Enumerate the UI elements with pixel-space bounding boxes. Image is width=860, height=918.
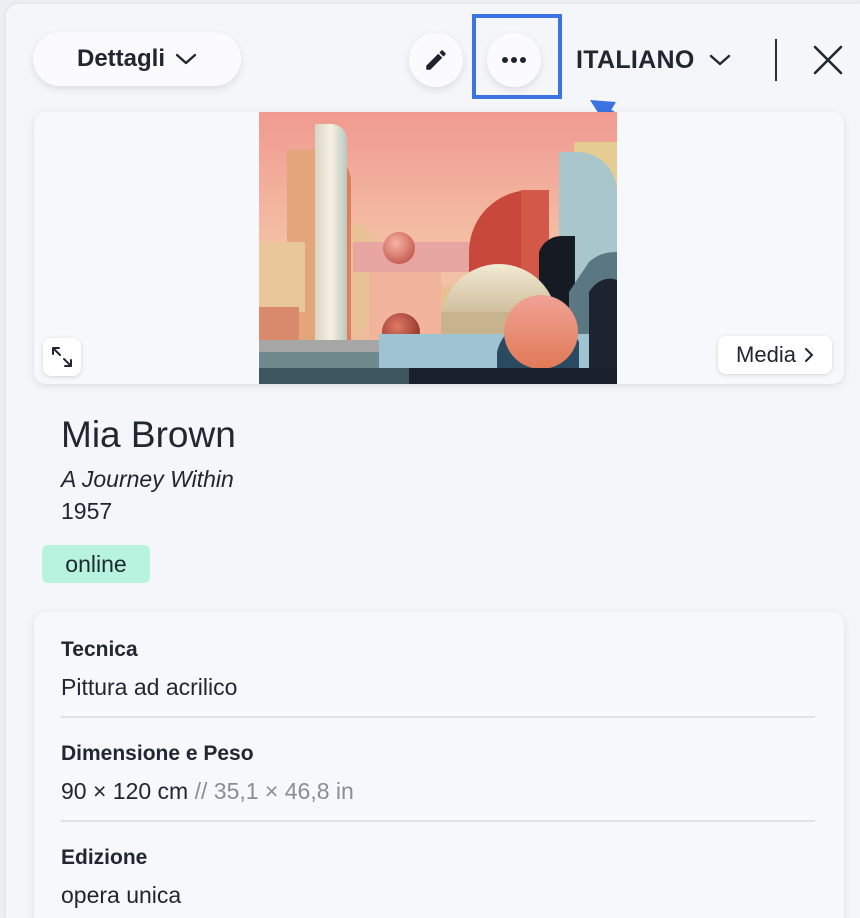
dimensions-field: Dimensione e Peso 90 × 120 cm // 35,1 × … [61,742,354,805]
details-dropdown-button[interactable]: Dettagli [33,32,241,86]
media-button-label: Media [736,342,796,367]
media-button[interactable]: Media [718,336,832,374]
artist-name: Mia Brown [61,414,236,455]
edition-field: Edizione opera unica [61,846,181,909]
dimensions-in: // 35,1 × 46,8 in [194,778,354,804]
chevron-down-icon [709,54,730,66]
artwork-year: 1957 [61,498,113,524]
field-divider [61,820,815,822]
language-dropdown-label: ITALIANO [576,45,695,74]
details-dropdown-label: Dettagli [76,45,165,72]
expand-icon [52,347,72,367]
technique-field: Tecnica Pittura ad acrilico [61,638,237,701]
header-divider [775,39,777,81]
pencil-icon [426,50,446,70]
artwork-title: A Journey Within [61,466,234,492]
details-card: Tecnica Pittura ad acrilico Dimensione e… [34,612,844,918]
close-button[interactable] [810,42,846,78]
artwork-detail-panel: Dettagli ITALIANO Media Mia Brown A Jour… [6,4,860,918]
technique-label: Tecnica [61,638,138,661]
close-icon [813,45,843,75]
edit-button[interactable] [409,33,463,87]
chevron-down-icon [175,53,197,65]
edition-label: Edizione [61,846,148,869]
artwork-image-card: Media [34,112,844,384]
expand-image-button[interactable] [43,338,81,376]
language-dropdown-button[interactable]: ITALIANO [576,40,731,80]
artwork-image[interactable] [259,112,617,384]
dimensions-label: Dimensione e Peso [61,742,254,765]
field-divider [61,716,815,718]
dimensions-value: 90 × 120 cm // 35,1 × 46,8 in [61,778,354,805]
edition-value: opera unica [61,882,182,908]
dimensions-cm: 90 × 120 cm [61,778,189,804]
chevron-right-icon [804,348,813,362]
technique-value: Pittura ad acrilico [61,674,238,700]
status-badge: online [42,545,150,583]
annotation-highlight-box [472,14,562,99]
